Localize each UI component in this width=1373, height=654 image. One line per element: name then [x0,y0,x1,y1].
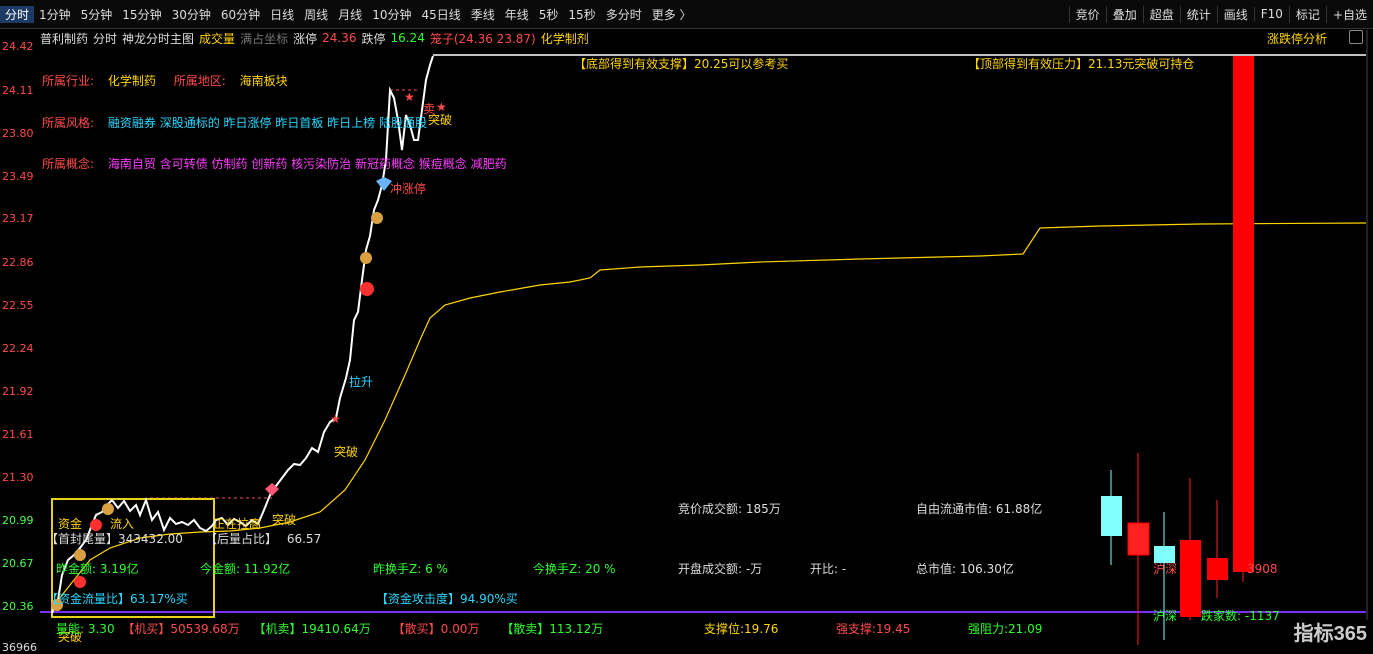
sanmai-value: 0.00万 [440,622,480,636]
zuohuan-row: 昨换手Z: 6 % [373,560,448,577]
daily-candles [1101,56,1254,645]
concept-row: 所属概念: 海南自贸 含可转债 仿制药 创新药 核污染防治 新冠药概念 猴痘概念… [42,155,507,172]
region-label: 所属地区: [173,74,226,88]
zong-value: 106.30亿 [959,562,1014,576]
jinjin-value: 11.92亿 [243,562,291,576]
bottom-stats-row: 量能: 3.30 【机买】50539.68万 【机卖】19410.64万 【散买… [56,620,603,637]
candle-4 [1180,540,1201,617]
sell-label: 卖 [423,102,436,116]
money-bag-icon-4 [360,252,372,264]
jjcj-label: 竞价成交额: [678,502,746,516]
jinjin-row: 今金额: 11.92亿 [200,560,290,577]
zjll-label: 【资金流量比】 [46,592,131,606]
brand-logo: 指标365 [1293,623,1367,645]
jimai-value: 50539.68万 [170,622,240,636]
style-row: 所属风格: 融资融券 深股通标的 昨日涨停 昨日首板 昨日上榜 陆股通股 [42,114,427,131]
jjcj-row: 竞价成交额: 185万 [678,500,781,517]
jimaichu-label: 【机卖】 [253,622,302,636]
ziyou-label: 自由流通市值: [916,502,996,516]
zjgj-value: 94.90%买 [460,592,518,606]
style-label: 所属风格: [42,116,95,130]
jinhuan-row: 今换手Z: 20 % [533,560,616,577]
tupo-label-1: 突破 [272,513,297,527]
zuojin-row: 昨金额: 3.19亿 [56,560,139,577]
jinjin-label: 今金额: [200,562,244,576]
jinhuan-label: 今换手Z: [533,562,586,576]
qiangzu-row: 强阻力:21.09 [968,620,1042,637]
qiangzhi-value: 19.45 [876,622,911,636]
industry-label: 所属行业: [42,74,95,88]
chart-canvas [40,30,1368,645]
houliang-row: 【后量占比】 66.57 [205,530,321,547]
hsz-row: 沪深 3908 [1153,560,1278,577]
sanmaichu-value: 113.12万 [549,622,604,636]
hsz2-label: 沪深 [1153,609,1178,623]
candle-2 [1127,522,1150,556]
zong-label: 总市值: [916,562,960,576]
money-bag-icon-5 [371,212,383,224]
kpcj-value: -万 [745,562,763,576]
jinhuan-value: 20 % [585,562,616,576]
liangbi-label: 量能: [56,622,88,636]
hsz-value: 3908 [1247,562,1278,576]
zjll-value: 63.17%买 [130,592,188,606]
zhicheng-row: 支撑位:19.76 [704,620,778,637]
jimai-label: 【机买】 [122,622,171,636]
region-value: 海南板块 [239,74,288,88]
support-note: 【底部得到有效支撑】20.25可以参考买 [574,57,789,71]
kpcj-row: 开盘成交额: -万 [678,560,762,577]
star-icon-3: ★ [330,412,341,426]
qiangzu-label: 强阻力: [968,622,1009,636]
tupo-label-2: 突破 [334,445,359,459]
jimaichu-value: 19410.64万 [301,622,371,636]
houliang-value: 66.57 [286,532,322,546]
candle-6 [1233,56,1254,572]
zjll-row: 【资金流量比】63.17%买 [46,590,188,607]
zjgj-label: 【资金攻击度】 [376,592,461,606]
qiangzu-value: 21.09 [1008,622,1043,636]
style-value: 融资融券 深股通标的 昨日涨停 昨日首板 昨日上榜 陆股通股 [107,116,427,130]
kaibi-value: - [841,562,847,576]
sanmaichu-label: 【散卖】 [501,622,550,636]
houliang-label: 【后量占比】 [205,532,278,546]
zuohuan-label: 昨换手Z: [373,562,426,576]
zhicheng-value: 19.76 [744,622,779,636]
industry-row: 所属行业: 化学制药 所属地区: 海南板块 [42,72,288,89]
lasheng-label: 拉升 [349,375,374,389]
concept-label: 所属概念: [42,157,95,171]
kaibi-row: 开比: - [810,560,846,577]
hsz2-value: 跌家数: -1137 [1201,609,1280,623]
signal-dot-3 [360,282,374,296]
hsz-label: 沪深 [1153,562,1178,576]
qiangzhi-row: 强支撑:19.45 [836,620,910,637]
sell-star-icon: ★ [436,100,447,114]
qiangzhi-label: 强支撑: [836,622,877,636]
signal-dot-2 [74,576,86,588]
zhicheng-label: 支撑位: [704,622,745,636]
jjcj-value: 185万 [745,502,781,516]
chongzhangting-label: 冲涨停 [390,182,427,196]
candle-1 [1101,496,1122,536]
kaibi-label: 开比: [810,562,842,576]
zong-row: 总市值: 106.30亿 [916,560,1014,577]
hsz2-row: 沪深 跌家数: -1137 [1153,607,1280,624]
shoufeng-value: 343432.00 [118,532,183,546]
kpcj-label: 开盘成交额: [678,562,746,576]
shoufeng-label: 【首封尾量】 [46,532,119,546]
liangbi-value: 3.30 [87,622,115,636]
shoufeng-row: 【首封尾量】343432.00 [46,530,183,547]
zuojin-label: 昨金额: [56,562,100,576]
zuojin-value: 3.19亿 [99,562,139,576]
zuohuan-value: 6 % [425,562,448,576]
pressure-note: 【顶部得到有效压力】21.13元突破可持仓 [968,57,1195,71]
concept-value: 海南自贸 含可转债 仿制药 创新药 核污染防治 新冠药概念 猴痘概念 减肥药 [107,157,507,171]
ziyou-row: 自由流通市值: 61.88亿 [916,500,1042,517]
money-bag-icon-1 [102,503,114,515]
ziyou-value: 61.88亿 [995,502,1043,516]
industry-value: 化学制药 [107,74,156,88]
zjgj-row: 【资金攻击度】94.90%买 [376,590,518,607]
sanmai-label: 【散买】 [392,622,441,636]
star-icon-2: ★ [404,90,415,104]
